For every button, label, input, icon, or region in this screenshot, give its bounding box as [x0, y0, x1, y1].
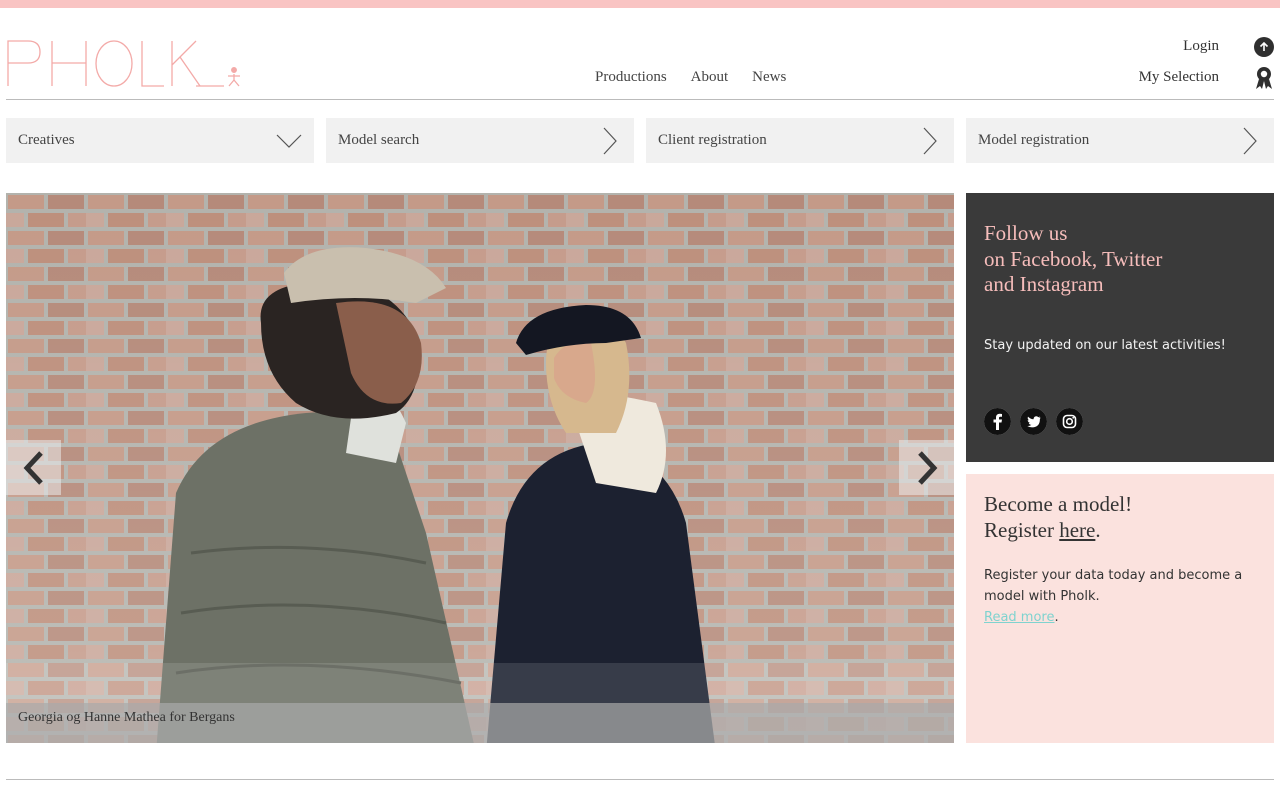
- my-selection-link[interactable]: My Selection: [1139, 69, 1219, 86]
- header-divider: [6, 99, 1274, 100]
- chevron-right-icon: [1243, 127, 1257, 155]
- become-heading-suffix: .: [1095, 517, 1101, 542]
- social-links: [984, 408, 1083, 435]
- top-accent-strip: [0, 0, 1280, 8]
- tile-creatives[interactable]: Creatives: [6, 118, 314, 163]
- chevron-right-icon: [603, 127, 617, 155]
- slider-prev-button[interactable]: [6, 440, 61, 495]
- tile-model-search[interactable]: Model search: [326, 118, 634, 163]
- tile-label: Model search: [338, 132, 420, 148]
- follow-text: Stay updated on our latest activities!: [984, 337, 1226, 353]
- slide-caption-text: Georgia og Hanne Mathea for Bergans: [18, 710, 235, 725]
- follow-heading: Follow us on Facebook, Twitter and Insta…: [984, 221, 1256, 298]
- tile-label: Client registration: [658, 132, 767, 148]
- become-heading-line: Register here.: [984, 518, 1256, 544]
- nav-productions[interactable]: Productions: [595, 69, 667, 86]
- chevron-left-icon: [23, 450, 43, 485]
- twitter-icon[interactable]: [1020, 408, 1047, 435]
- hero-slider: Georgia og Hanne Mathea for Bergans: [6, 193, 954, 743]
- become-text: Register your data today and become a mo…: [984, 568, 1243, 604]
- follow-heading-line: and Instagram: [984, 272, 1104, 296]
- chevron-down-icon: [276, 134, 302, 148]
- instagram-icon[interactable]: [1056, 408, 1083, 435]
- facebook-icon[interactable]: [984, 408, 1011, 435]
- become-heading-prefix: Register: [984, 517, 1060, 542]
- become-heading: Become a model! Register here.: [984, 492, 1256, 543]
- become-text-block: Register your data today and become a mo…: [984, 565, 1256, 628]
- read-more-link[interactable]: Read more: [984, 610, 1054, 625]
- follow-panel: Follow us on Facebook, Twitter and Insta…: [966, 193, 1274, 462]
- follow-heading-line: on Facebook, Twitter: [984, 246, 1163, 271]
- award-ribbon-icon[interactable]: [1254, 66, 1274, 90]
- main-nav: Productions About News: [595, 69, 786, 86]
- tile-label: Model registration: [978, 132, 1090, 148]
- nav-news[interactable]: News: [752, 69, 786, 86]
- slide-caption: Georgia og Hanne Mathea for Bergans: [6, 703, 954, 743]
- tile-model-registration[interactable]: Model registration: [966, 118, 1274, 163]
- pholk-logo[interactable]: [6, 38, 242, 90]
- register-here-link[interactable]: here: [1059, 518, 1095, 542]
- quick-links: Creatives Model search Client registrati…: [6, 118, 1274, 163]
- tile-label: Creatives: [18, 132, 75, 148]
- read-more-suffix: .: [1054, 610, 1059, 625]
- login-link[interactable]: Login: [1183, 38, 1219, 55]
- footer-divider: [6, 779, 1274, 780]
- arrow-up-icon[interactable]: [1254, 37, 1274, 57]
- slide-photo: [6, 193, 954, 743]
- slider-next-button[interactable]: [899, 440, 954, 495]
- nav-about[interactable]: About: [691, 69, 729, 86]
- tile-client-registration[interactable]: Client registration: [646, 118, 954, 163]
- become-model-panel: Become a model! Register here. Register …: [966, 474, 1274, 743]
- chevron-right-icon: [923, 127, 937, 155]
- chevron-right-icon: [917, 450, 937, 485]
- follow-heading-line: Follow us: [984, 221, 1068, 245]
- become-heading-line: Become a model!: [984, 492, 1133, 516]
